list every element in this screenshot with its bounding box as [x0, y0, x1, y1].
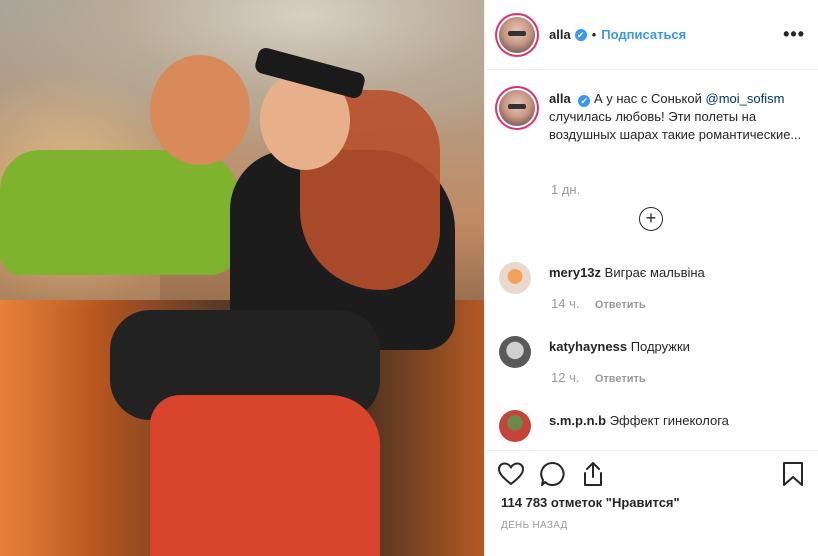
caption-body: alla ✔ А у нас с Сонькой @moi_sofism слу…	[549, 90, 805, 144]
comment-avatar[interactable]	[499, 410, 531, 442]
reply-button[interactable]: Ответить	[595, 373, 646, 385]
plus-circle-icon[interactable]: +	[639, 207, 663, 231]
post-side-panel: alla ✔ • Подписаться ••• alla ✔ А у нас …	[484, 0, 818, 556]
comment-text: Виграє мальвіна	[604, 265, 705, 280]
comment-time[interactable]: 12 ч.	[551, 370, 579, 385]
caption-mention[interactable]: @moi_sofism	[706, 91, 785, 106]
caption-time[interactable]: 1 дн.	[551, 182, 580, 197]
comment-time[interactable]: 14 ч.	[551, 296, 579, 311]
separator-dot: •	[591, 27, 597, 42]
comment-avatar[interactable]	[499, 336, 531, 368]
comment-username[interactable]: mery13z	[549, 265, 601, 280]
comment-item: s.m.p.n.b Эффект гинеколога	[499, 410, 805, 442]
post-photo[interactable]	[0, 0, 484, 556]
comment-item: katyhayness Подружки	[499, 336, 805, 368]
photo-head-left	[150, 55, 250, 165]
caption: alla ✔ А у нас с Сонькой @moi_sofism слу…	[499, 90, 805, 144]
more-icon[interactable]: •••	[783, 24, 805, 45]
caption-text-before: А у нас с Сонькой	[593, 91, 702, 106]
comment-username[interactable]: katyhayness	[549, 339, 627, 354]
follow-button[interactable]: Подписаться	[601, 27, 686, 42]
caption-text-after: случилась любовь! Эти полеты на воздушны…	[549, 109, 802, 142]
verified-icon: ✔	[574, 28, 587, 41]
verified-icon: ✔	[578, 95, 591, 107]
photo-green-top	[0, 150, 240, 275]
author-username[interactable]: alla	[549, 27, 571, 42]
comment-avatar[interactable]	[499, 262, 531, 294]
comment-meta: 14 ч. Ответить	[551, 296, 646, 311]
comment-icon[interactable]	[539, 460, 567, 488]
author-avatar[interactable]	[499, 16, 535, 53]
likes-count[interactable]: 114 783 отметок "Нравится"	[501, 495, 680, 510]
caption-avatar[interactable]	[499, 90, 535, 126]
share-icon[interactable]	[579, 460, 607, 488]
comment-text-wrap: katyhayness Подружки	[549, 338, 690, 368]
heart-icon[interactable]	[497, 460, 525, 488]
caption-username[interactable]: alla	[549, 91, 571, 106]
comment-item: mery13z Виграє мальвіна	[499, 262, 805, 294]
post-header: alla ✔ • Подписаться •••	[485, 0, 818, 70]
comment-meta: 12 ч. Ответить	[551, 370, 646, 385]
reply-button[interactable]: Ответить	[595, 299, 646, 311]
comment-text: Эффект гинеколога	[609, 413, 729, 428]
actions-divider	[485, 450, 818, 451]
photo-red-pants	[150, 395, 380, 556]
comment-text-wrap: s.m.p.n.b Эффект гинеколога	[549, 412, 729, 442]
comment-text-wrap: mery13z Виграє мальвіна	[549, 264, 705, 294]
bookmark-icon[interactable]	[779, 460, 807, 488]
comment-username[interactable]: s.m.p.n.b	[549, 413, 606, 428]
comment-text: Подружки	[630, 339, 690, 354]
post-date[interactable]: ДЕНЬ НАЗАД	[501, 520, 568, 531]
